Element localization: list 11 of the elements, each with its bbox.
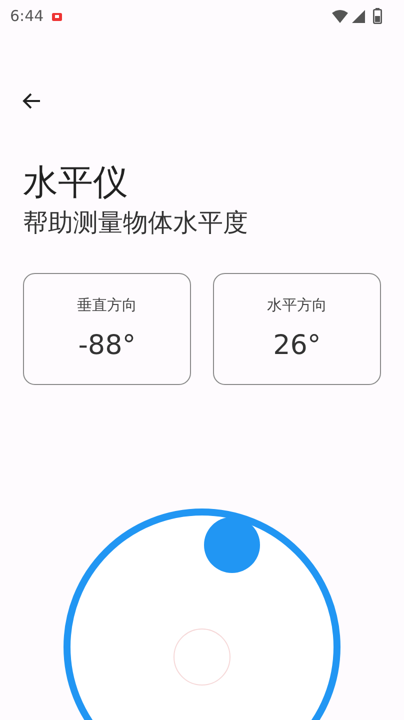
battery-icon [373,8,382,24]
wifi-icon [332,10,348,22]
reading-label: 垂直方向 [77,294,137,316]
notification-icon [52,12,62,20]
signal-icon [352,10,365,22]
page-subtitle: 帮助测量物体水平度 [23,207,249,239]
reading-value: -88° [78,329,136,363]
reading-value: 26° [273,329,321,363]
page-title: 水平仪 [23,162,129,204]
reading-label: 水平方向 [267,294,327,316]
status-time: 6:44 [10,6,44,27]
